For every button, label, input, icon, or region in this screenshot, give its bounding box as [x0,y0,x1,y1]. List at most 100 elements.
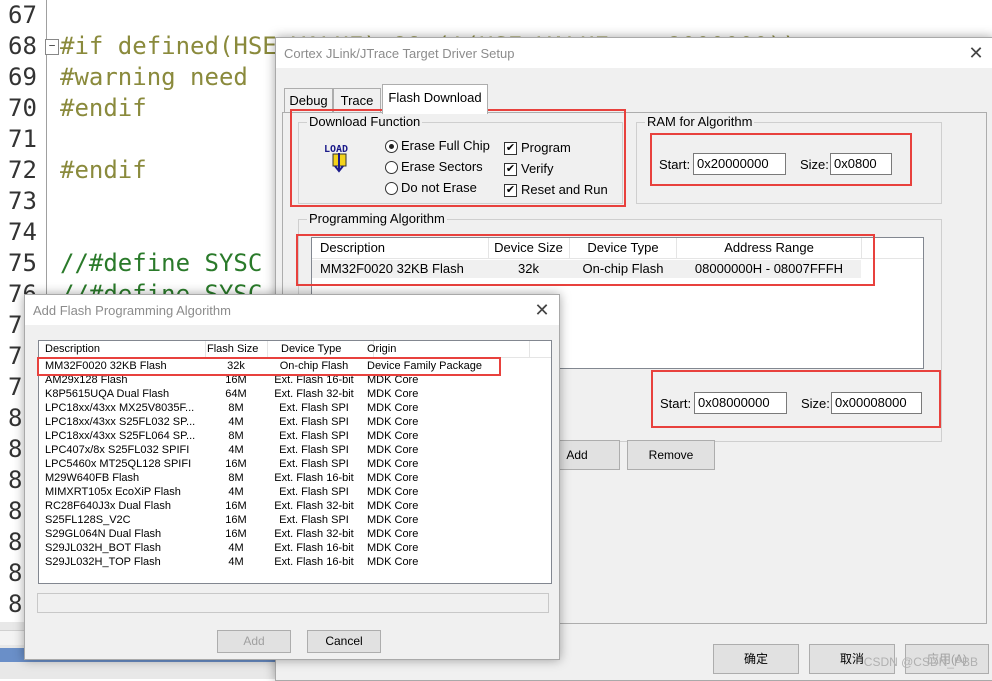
item-origin: MDK Core [367,444,419,456]
item-flash-size: 8M [228,430,244,442]
item-device-type: Ext. Flash 32-bit [274,500,354,512]
list-item[interactable]: LPC407x/8x S25FL032 SPIFI 4M Ext. Flash SP… [39,443,551,457]
item-flash-size: 4M [228,486,244,498]
item-description: M29W640FB Flash [45,472,140,484]
list-item[interactable]: LPC18xx/43xx S25FL032 SP... 4M Ext. Flash … [39,415,551,429]
item-description: LPC5460x MT25QL128 SPIFI [45,458,192,470]
item-flash-size: 8M [228,402,244,414]
ram-group-label: RAM for Algorithm [645,114,755,129]
list-item[interactable]: K8P5615UQA Dual Flash 64M Ext. Flash 32-bi… [39,387,551,401]
line-number: 75 [8,249,37,277]
item-flash-size: 64M [225,388,247,400]
dialog-title-bar[interactable]: Cortex JLink/JTrace Target Driver Setup … [276,38,992,68]
item-flash-size: 4M [228,556,244,568]
item-device-type: Ext. Flash SPI [279,416,349,428]
item-description: S25FL128S_V2C [45,514,131,526]
item-description: MIMXRT105x EcoXiP Flash [45,486,181,498]
item-device-type: Ext. Flash SPI [279,444,349,456]
line-number: 68 [8,32,37,60]
item-origin: MDK Core [367,388,419,400]
item-flash-size: 16M [225,514,247,526]
list-item[interactable]: RC28F640J3x Dual Flash 16M Ext. Flash 32-b… [39,499,551,513]
item-flash-size: 4M [228,444,244,456]
code-text: #endif [60,94,147,122]
col-device-type[interactable]: Device Type [267,341,374,357]
item-origin: MDK Core [367,556,419,568]
item-flash-size: 16M [225,528,247,540]
close-icon[interactable]: ✕ [965,42,987,64]
item-origin: MDK Core [367,486,419,498]
highlight-mm32-row [37,357,501,376]
highlight-ram-fields [650,133,912,186]
item-device-type: Ext. Flash SPI [279,402,349,414]
item-origin: MDK Core [367,472,419,484]
item-origin: MDK Core [367,514,419,526]
item-description: S29JL032H_TOP Flash [45,556,161,568]
prog-algo-label: Programming Algorithm [307,211,447,226]
item-origin: MDK Core [367,542,419,554]
item-device-type: Ext. Flash 32-bit [274,528,354,540]
add-button[interactable]: Add [217,630,291,653]
line-number: 69 [8,63,37,91]
item-origin: MDK Core [367,500,419,512]
item-description: S29JL032H_BOT Flash [45,542,161,554]
item-device-type: Ext. Flash SPI [279,458,349,470]
item-device-type: Ext. Flash SPI [279,514,349,526]
line-number: 73 [8,187,37,215]
list-item[interactable]: S29JL032H_TOP Flash 4M Ext. Flash 16-bit MD… [39,555,551,569]
list-item[interactable]: S25FL128S_V2C 16M Ext. Flash SPI MDK Core [39,513,551,527]
item-description: S29GL064N Dual Flash [45,528,162,540]
item-origin: MDK Core [367,402,419,414]
list-item[interactable]: LPC18xx/43xx MX25V8035F... 8M Ext. Flash S… [39,401,551,415]
item-description: LPC407x/8x S25FL032 SPIFI [45,444,190,456]
item-device-type: Ext. Flash 16-bit [274,542,354,554]
item-description: LPC18xx/43xx S25FL064 SP... [45,430,196,442]
add-dialog-title-bar[interactable]: Add Flash Programming Algorithm ✕ [25,295,559,325]
remove-algorithm-button[interactable]: Remove [627,440,715,470]
list-item[interactable]: S29GL064N Dual Flash 16M Ext. Flash 32-bit… [39,527,551,541]
watermark: CSDN @CSDN_PBB [863,655,978,669]
item-device-type: Ext. Flash SPI [279,430,349,442]
col-flash-size[interactable]: Flash Size [205,341,268,357]
close-icon[interactable]: ✕ [531,299,553,321]
tab-flash-download[interactable]: Flash Download [382,84,488,114]
line-number: 72 [8,156,37,184]
item-flash-size: 4M [228,542,244,554]
code-text: //#define SYSC [60,249,263,277]
item-device-type: Ext. Flash 16-bit [274,472,354,484]
line-number: 71 [8,125,37,153]
ok-button[interactable]: 确定 [713,644,799,674]
cancel-button[interactable]: Cancel [307,630,381,653]
item-origin: MDK Core [367,430,419,442]
col-origin[interactable]: Origin [361,341,530,357]
list-item[interactable]: M29W640FB Flash 8M Ext. Flash 16-bit MDK Co… [39,471,551,485]
item-flash-size: 4M [228,416,244,428]
item-device-type: Ext. Flash 32-bit [274,388,354,400]
line-number: 74 [8,218,37,246]
item-flash-size: 8M [228,472,244,484]
list-item[interactable]: LPC18xx/43xx S25FL064 SP... 8M Ext. Flash … [39,429,551,443]
fold-toggle-icon[interactable]: − [45,39,59,55]
available-list-header: Description Flash Size Device Type Origi… [39,341,551,358]
list-item[interactable]: MIMXRT105x EcoXiP Flash 4M Ext. Flash SPI M… [39,485,551,499]
add-dialog-title: Add Flash Programming Algorithm [33,303,231,318]
item-description: RC28F640J3x Dual Flash [45,500,171,512]
highlight-start-size [651,370,941,428]
list-item[interactable]: LPC5460x MT25QL128 SPIFI 16M Ext. Flash SP… [39,457,551,471]
item-flash-size: 16M [225,458,247,470]
list-item[interactable]: S29JL032H_BOT Flash 4M Ext. Flash 16-bit MD… [39,541,551,555]
item-origin: MDK Core [367,458,419,470]
item-description: LPC18xx/43xx MX25V8035F... [45,402,195,414]
item-origin: MDK Core [367,528,419,540]
status-field [37,593,549,613]
item-description: K8P5615UQA Dual Flash [45,388,170,400]
line-number: 67 [8,1,37,29]
code-text: #warning need [60,63,248,91]
item-description: LPC18xx/43xx S25FL032 SP... [45,416,196,428]
available-algorithms-list[interactable]: Description Flash Size Device Type Origi… [38,340,552,584]
code-text: #endif [60,156,147,184]
line-number: 70 [8,94,37,122]
col-description[interactable]: Description [39,341,206,357]
highlight-download-function [290,109,626,207]
item-device-type: Ext. Flash SPI [279,486,349,498]
